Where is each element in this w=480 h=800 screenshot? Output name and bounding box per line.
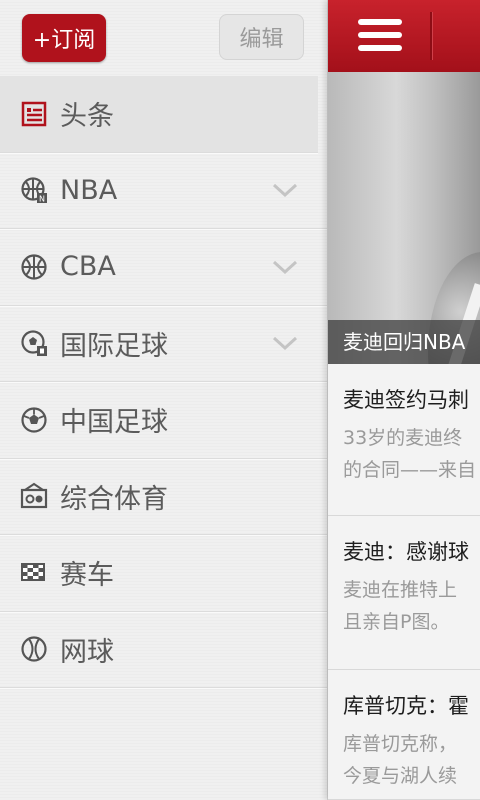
drawer-header: +订阅 编辑 — [0, 0, 327, 76]
svg-text:N: N — [39, 195, 45, 204]
tennis-icon — [21, 636, 47, 662]
nav-item-nba[interactable]: N NBA — [0, 153, 327, 229]
news-title: 库普切克：霍 — [343, 694, 469, 718]
nav-item-international-football[interactable]: 国际足球 — [0, 306, 327, 382]
news-description: 今夏与湖人续 — [343, 765, 458, 787]
news-item[interactable]: 麦迪签约马刺 33岁的麦迪终 的合同——来自 — [328, 364, 480, 516]
basketball-icon — [21, 254, 47, 280]
nav-item-china-football[interactable]: 中国足球 — [0, 382, 327, 459]
chevron-down-icon[interactable] — [272, 335, 298, 351]
nav-item-cba[interactable]: CBA — [0, 229, 327, 306]
nav-label: CBA — [60, 251, 116, 283]
international-football-icon — [21, 330, 47, 357]
nav-label: 中国足球 — [60, 407, 168, 439]
nav-item-racing[interactable]: 赛车 — [0, 535, 327, 612]
hero-caption: 麦迪回归NBA — [328, 320, 480, 364]
nav-label: 综合体育 — [60, 483, 168, 515]
nav-item-general-sports[interactable]: 综合体育 — [0, 459, 327, 535]
chevron-down-icon[interactable] — [272, 259, 298, 275]
top-app-bar — [328, 0, 480, 72]
nav-label: 国际足球 — [60, 330, 168, 362]
navigation-drawer: +订阅 编辑 头条 N NBA CBA 国际足球 中国足球 综合体育 赛车 网球 — [0, 0, 328, 800]
sports-icon — [20, 483, 48, 509]
nba-basketball-icon: N — [21, 177, 47, 204]
news-item[interactable]: 麦迪：感谢球 麦迪在推特上 且亲自P图。 — [328, 516, 480, 670]
news-title: 麦迪：感谢球 — [343, 540, 469, 564]
news-title: 麦迪签约马刺 — [343, 388, 469, 412]
racing-flag-icon — [21, 562, 45, 581]
subscribe-button[interactable]: +订阅 — [22, 14, 106, 62]
news-item[interactable]: 库普切克：霍 库普切克称， 今夏与湖人续 — [328, 670, 480, 800]
nav-label: 赛车 — [60, 560, 114, 592]
nav-label: NBA — [60, 174, 118, 206]
nav-item-headline[interactable]: 头条 — [0, 76, 318, 153]
chevron-down-icon[interactable] — [272, 182, 298, 198]
news-description: 且亲自P图。 — [343, 611, 450, 633]
headline-hero-image[interactable]: 麦迪回归NBA — [328, 72, 480, 364]
headline-icon — [21, 101, 47, 126]
toolbar-divider — [430, 12, 432, 60]
edit-button[interactable]: 编辑 — [219, 14, 304, 60]
news-description: 麦迪在推特上 — [343, 579, 458, 601]
football-icon — [21, 407, 47, 433]
news-description: 库普切克称， — [343, 733, 458, 755]
news-description: 的合同——来自 — [343, 459, 477, 481]
nav-item-tennis[interactable]: 网球 — [0, 612, 327, 688]
news-description: 33岁的麦迪终 — [343, 427, 463, 449]
category-list: 头条 N NBA CBA 国际足球 中国足球 综合体育 赛车 网球 — [0, 76, 327, 688]
nav-label: 头条 — [60, 101, 114, 133]
news-content-panel[interactable]: 麦迪回归NBA 麦迪签约马刺 33岁的麦迪终 的合同——来自 麦迪：感谢球 麦迪… — [328, 0, 480, 800]
menu-icon[interactable] — [358, 16, 402, 54]
nav-label: 网球 — [60, 636, 114, 668]
